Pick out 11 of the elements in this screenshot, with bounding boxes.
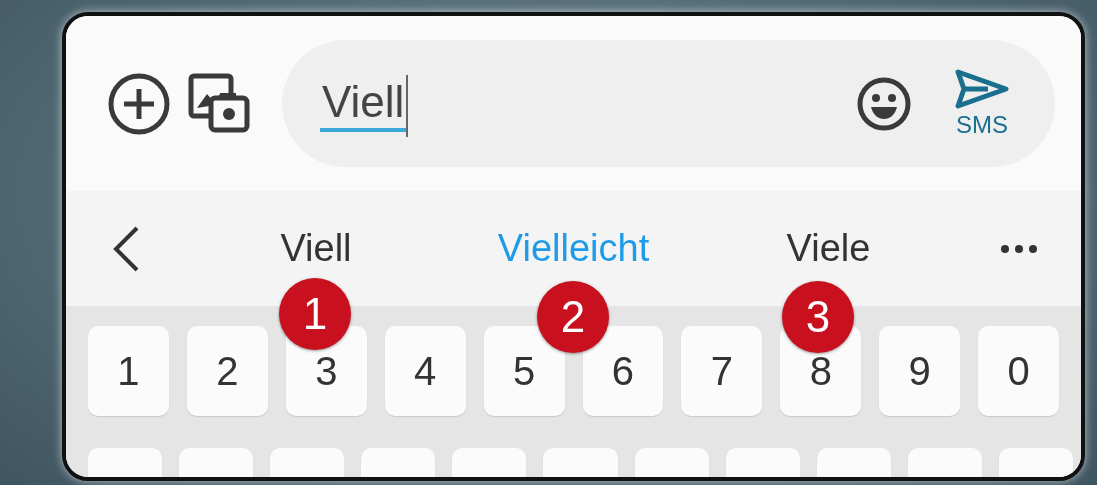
- number-key[interactable]: 4: [384, 326, 466, 416]
- suggestion[interactable]: Viell: [270, 221, 362, 276]
- send-sms-button[interactable]: SMS: [954, 68, 1010, 139]
- number-key[interactable]: 1: [88, 326, 169, 416]
- number-key[interactable]: 9: [879, 326, 961, 416]
- text-input[interactable]: Viell: [320, 63, 854, 144]
- number-key[interactable]: 0: [978, 326, 1060, 416]
- number-key[interactable]: 2: [186, 326, 268, 416]
- suggestion[interactable]: Viele: [776, 221, 881, 276]
- number-key[interactable]: 6: [582, 326, 664, 416]
- number-key[interactable]: 7: [681, 326, 763, 416]
